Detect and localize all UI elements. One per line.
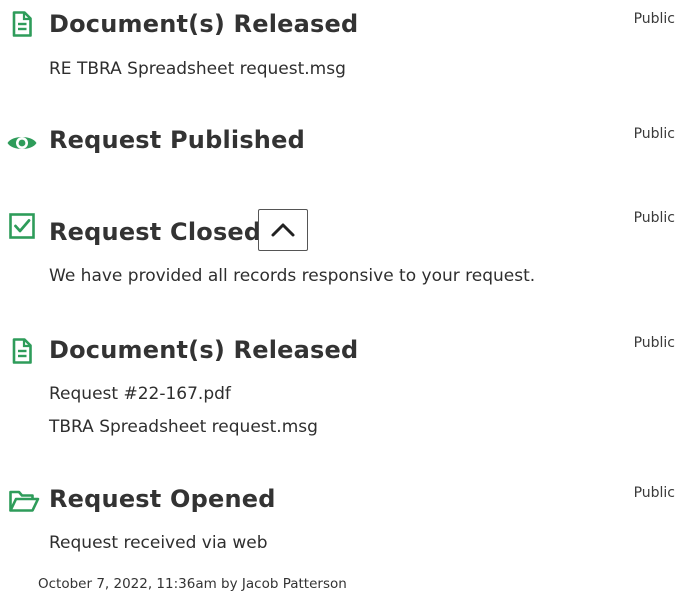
released-file[interactable]: Request #22-167.pdf — [49, 384, 231, 404]
folder-open-icon — [8, 488, 40, 514]
closing-message: We have provided all records responsive … — [49, 266, 536, 286]
entry-title: Document(s) Released — [49, 10, 359, 38]
visibility-label: Public — [633, 210, 675, 226]
entry-title: Request Closed — [49, 218, 262, 246]
released-file[interactable]: TBRA Spreadsheet request.msg — [49, 417, 318, 437]
checkbox-icon — [8, 212, 36, 240]
eye-icon — [6, 129, 38, 157]
collapse-button[interactable] — [258, 209, 308, 251]
timestamp-author: October 7, 2022, 11:36am by Jacob Patter… — [38, 576, 347, 592]
document-icon — [8, 337, 36, 365]
visibility-label: Public — [633, 126, 675, 142]
visibility-label: Public — [633, 11, 675, 27]
document-icon — [8, 10, 36, 38]
entry-title: Request Published — [49, 126, 305, 154]
entry-title: Request Opened — [49, 485, 276, 513]
visibility-label: Public — [633, 335, 675, 351]
visibility-label: Public — [633, 485, 675, 501]
request-timeline: Document(s) Released Public RE TBRA Spre… — [0, 0, 692, 597]
released-file[interactable]: RE TBRA Spreadsheet request.msg — [49, 59, 346, 79]
opened-note: Request received via web — [49, 533, 268, 553]
chevron-up-icon — [270, 222, 296, 238]
entry-title: Document(s) Released — [49, 336, 359, 364]
